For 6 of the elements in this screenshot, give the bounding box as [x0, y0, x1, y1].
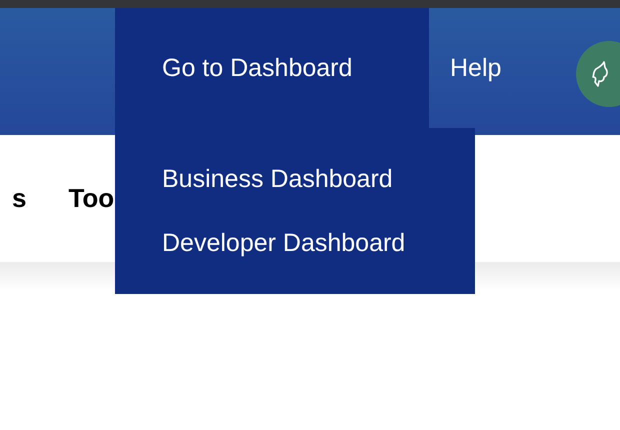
dropdown-trigger[interactable]: Go to Dashboard: [115, 8, 429, 128]
nav-link[interactable]: s: [12, 183, 26, 214]
nav-link[interactable]: Too: [68, 183, 114, 214]
nav-link[interactable]: Help: [429, 8, 502, 128]
menu-item[interactable]: Developer Dashboard: [115, 227, 475, 291]
menu-item[interactable]: Business Dashboard: [115, 163, 475, 227]
